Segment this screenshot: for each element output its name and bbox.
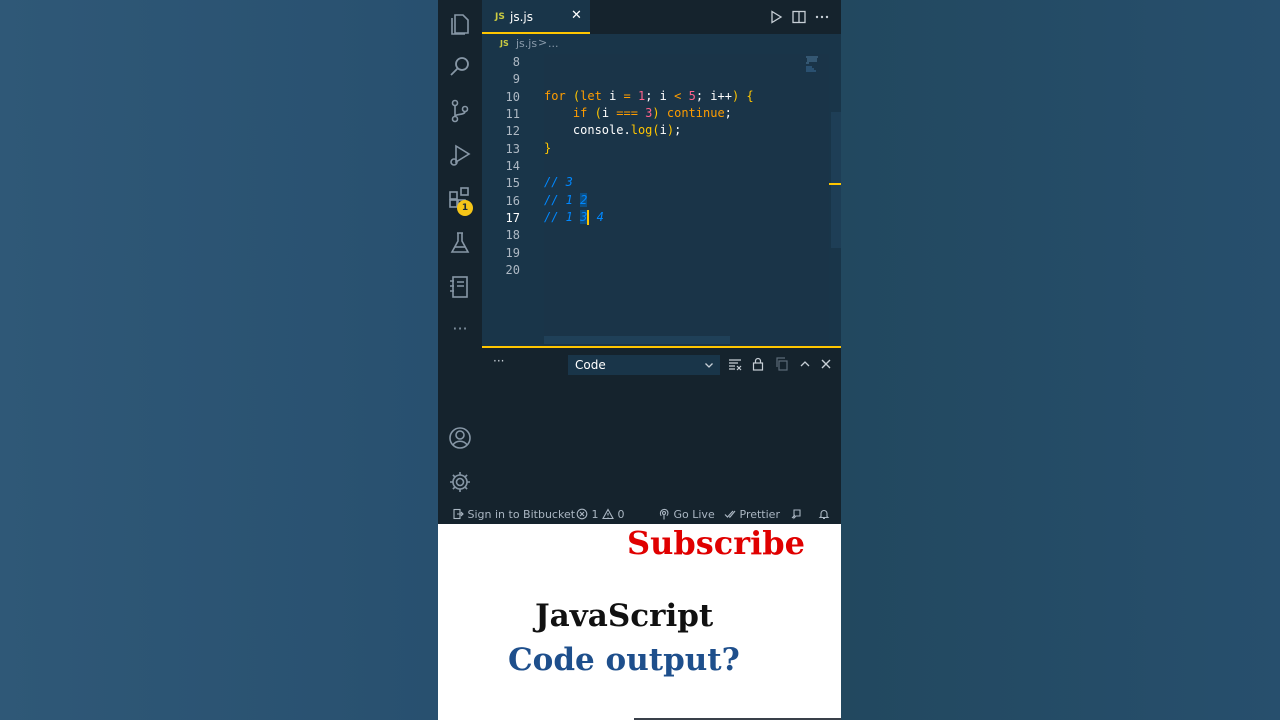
source-control-icon[interactable] — [446, 97, 474, 125]
video-frame: 1 ··· JS js.js ✕ JS js.js > ... 8 9 10 1… — [438, 0, 841, 720]
testing-icon[interactable] — [446, 229, 474, 257]
code-line-11: if (i === 3) continue; — [572, 106, 732, 120]
line-number: 12 — [505, 124, 520, 138]
warning-icon — [602, 508, 614, 520]
breadcrumb-file[interactable]: js.js — [516, 37, 537, 50]
explorer-icon[interactable] — [446, 9, 474, 37]
tab-label: js.js — [510, 10, 533, 24]
panel-more-icon[interactable]: ··· — [493, 354, 504, 368]
search-icon[interactable] — [446, 53, 474, 81]
line-number-gutter: 8 9 10 11 12 13 14 15 16 17 18 19 20 — [482, 54, 544, 346]
line-number: 14 — [505, 159, 520, 173]
code-line-15: // 3 — [544, 175, 573, 189]
close-icon[interactable] — [819, 357, 833, 371]
code-line-17: // 1 3 4 — [544, 210, 604, 225]
notebook-icon[interactable] — [446, 273, 474, 301]
tab-js-js[interactable]: JS js.js ✕ — [482, 0, 590, 34]
split-editor-icon[interactable] — [791, 9, 807, 25]
activity-bar: 1 ··· — [438, 0, 482, 506]
code-editor[interactable]: 8 9 10 11 12 13 14 15 16 17 18 19 20 for… — [482, 54, 841, 346]
line-number: 11 — [505, 107, 520, 121]
lock-icon[interactable] — [751, 357, 765, 371]
code-line-16: // 1 2 — [544, 193, 588, 207]
caption-subtitle: Code output? — [508, 642, 740, 678]
status-bar: Sign in to Bitbucket 1 0 Go Live Prettie… — [438, 506, 841, 524]
more-icon[interactable]: ··· — [446, 315, 474, 343]
vertical-scrollbar[interactable] — [831, 112, 841, 248]
close-tab-icon[interactable]: ✕ — [571, 8, 582, 23]
accounts-icon[interactable] — [446, 424, 474, 452]
dropdown-value: Code — [575, 358, 606, 372]
bitbucket-status[interactable]: Sign in to Bitbucket — [452, 508, 575, 521]
sign-in-icon — [453, 508, 464, 520]
run-debug-icon[interactable] — [446, 141, 474, 169]
error-icon — [576, 508, 588, 520]
extensions-badge: 1 — [457, 200, 473, 216]
more-actions-icon[interactable] — [814, 9, 830, 25]
notifications-bell-icon[interactable] — [818, 508, 830, 521]
breadcrumb-more[interactable]: ... — [548, 37, 559, 50]
caption-title: JavaScript — [535, 598, 714, 634]
line-number: 13 — [505, 142, 520, 156]
cursor-position-marker — [829, 183, 841, 185]
clear-output-icon[interactable] — [728, 357, 742, 371]
chevron-up-icon[interactable] — [798, 357, 812, 371]
breadcrumb: JS js.js > ... — [482, 34, 841, 54]
code-line-13: } — [544, 141, 552, 155]
tab-bar: JS js.js ✕ — [482, 0, 841, 34]
feedback-icon[interactable] — [790, 508, 802, 521]
javascript-file-icon: JS — [500, 39, 509, 48]
line-number: 9 — [512, 72, 520, 86]
go-live-button[interactable]: Go Live — [658, 508, 715, 521]
code-line-10: for (let i = 1; i < 5; i++) { — [544, 89, 754, 103]
line-number: 15 — [505, 176, 520, 190]
javascript-file-icon: JS — [495, 12, 505, 22]
minimap[interactable] — [804, 54, 834, 74]
code-line-12: console.log(i); — [572, 123, 682, 137]
line-number: 16 — [505, 194, 520, 208]
subscribe-text[interactable]: Subscribe — [627, 524, 805, 562]
run-icon[interactable] — [768, 9, 784, 25]
code-area[interactable]: for (let i = 1; i < 5; i++) { if (i === … — [544, 54, 829, 346]
chevron-down-icon — [705, 363, 713, 368]
selection-highlight: 3 — [580, 210, 588, 224]
broadcast-icon — [659, 508, 669, 520]
problems-status[interactable]: 1 0 — [576, 508, 625, 521]
output-panel: ··· Code — [482, 346, 841, 506]
vscode-window: 1 ··· JS js.js ✕ JS js.js > ... 8 9 10 1… — [438, 0, 841, 524]
output-channel-dropdown[interactable]: Code — [568, 355, 720, 375]
line-number: 8 — [512, 55, 520, 69]
line-number: 18 — [505, 228, 520, 242]
double-check-icon — [724, 510, 736, 518]
selection-highlight: 2 — [580, 193, 588, 207]
caption-overlay: Subscribe JavaScript Code output? — [438, 524, 841, 720]
line-number: 19 — [505, 246, 520, 260]
prettier-status[interactable]: Prettier — [724, 508, 780, 521]
horizontal-scrollbar[interactable] — [544, 336, 730, 344]
settings-gear-icon[interactable] — [446, 468, 474, 496]
line-number: 20 — [505, 263, 520, 277]
breadcrumb-separator: > — [538, 36, 548, 49]
copy-icon[interactable] — [775, 357, 789, 371]
line-number: 10 — [505, 90, 520, 104]
line-number-active: 17 — [505, 211, 520, 225]
